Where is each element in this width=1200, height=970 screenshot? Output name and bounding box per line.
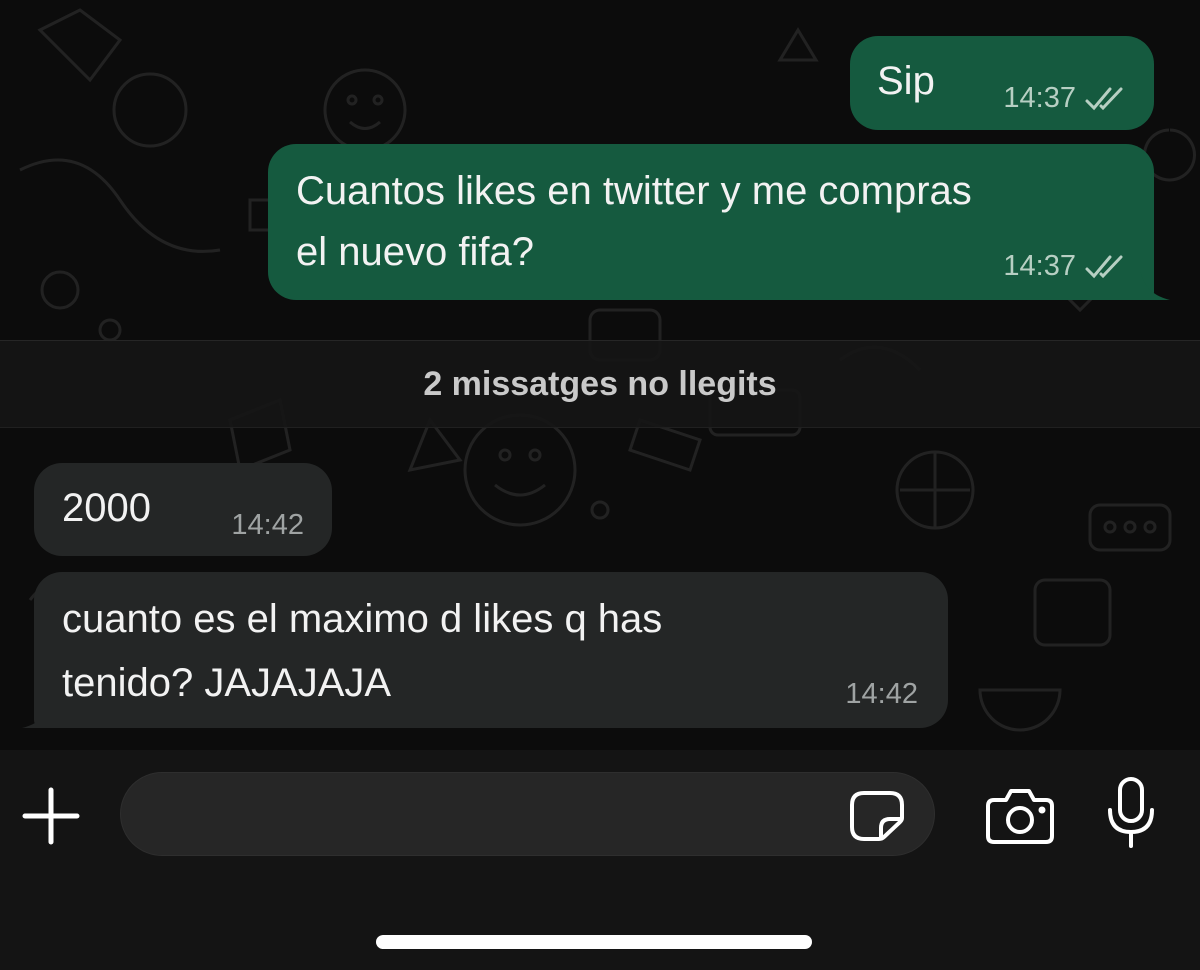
- message-text: 2000: [62, 486, 151, 530]
- sticker-icon: [850, 791, 904, 841]
- message-meta: 14:37: [1003, 250, 1128, 283]
- message-text-line: cuanto es el maximo d likes q has: [62, 597, 663, 641]
- camera-button[interactable]: [984, 784, 1056, 846]
- chat-screen: Sip 14:37 Cuantos likes en twitter y me …: [0, 0, 1200, 970]
- message-input[interactable]: [151, 773, 845, 859]
- message-text-line: Cuantos likes en twitter y me compras: [296, 169, 972, 213]
- chat-area[interactable]: Sip 14:37 Cuantos likes en twitter y me …: [0, 0, 1200, 750]
- message-meta: 14:42: [231, 509, 304, 542]
- double-check-icon: [1085, 87, 1123, 110]
- double-check-icon: [1085, 255, 1123, 278]
- message-meta: 14:37: [1003, 82, 1128, 115]
- message-text: Sip: [877, 59, 935, 103]
- message-time: 14:37: [1003, 250, 1076, 282]
- message-input-field[interactable]: [120, 772, 935, 859]
- bubble-tail: [1140, 270, 1170, 300]
- microphone-icon: [1108, 777, 1154, 848]
- message-meta: 14:42: [845, 678, 918, 711]
- unread-banner-label: 2 missatges no llegits: [423, 364, 777, 403]
- camera-icon: [986, 789, 1054, 844]
- plus-icon: [22, 787, 80, 845]
- incoming-message-bubble[interactable]: cuanto es el maximo d likes q has tenido…: [34, 572, 948, 728]
- home-indicator[interactable]: [376, 935, 812, 949]
- incoming-message-bubble[interactable]: 2000 14:42: [34, 463, 332, 556]
- message-text-line: el nuevo fifa?: [296, 230, 534, 274]
- message-time: 14:42: [845, 678, 918, 710]
- bubble-tail: [22, 698, 52, 728]
- attach-button[interactable]: [18, 783, 84, 849]
- voice-message-button[interactable]: [1104, 776, 1158, 850]
- message-time: 14:37: [1003, 82, 1076, 114]
- sticker-button[interactable]: [848, 790, 906, 842]
- outgoing-message-bubble[interactable]: Cuantos likes en twitter y me compras el…: [268, 144, 1154, 300]
- message-text-line: tenido? JAJAJAJA: [62, 661, 392, 705]
- message-time: 14:42: [231, 509, 304, 541]
- outgoing-message-bubble[interactable]: Sip 14:37: [850, 36, 1154, 130]
- unread-messages-banner: 2 missatges no llegits: [0, 340, 1200, 428]
